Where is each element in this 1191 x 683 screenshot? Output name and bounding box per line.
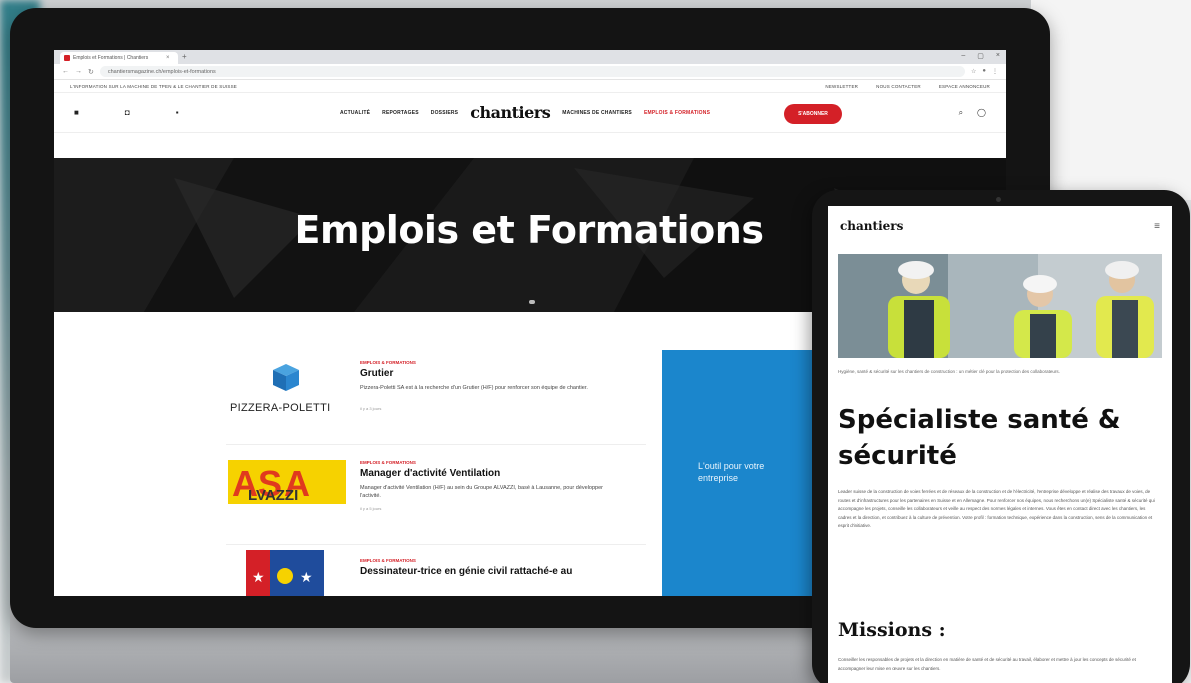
photo-caption: Hygiène, santé & sécurité sur les chanti… xyxy=(838,369,1060,374)
browser-menu-icon[interactable]: ⋮ xyxy=(992,68,998,75)
cube-logo-icon xyxy=(273,364,299,391)
divider xyxy=(226,544,646,545)
slider-indicator[interactable] xyxy=(529,300,535,304)
job-description: Pizzera-Poletti SA est à la recherche d'… xyxy=(360,385,588,391)
browser-tab[interactable]: Emplois et Formations | Chantiers × xyxy=(60,52,178,64)
nav-item-machines[interactable]: MACHINES DE CHANTIERS xyxy=(562,110,632,116)
company-logo: PIZZERA-POLETTI xyxy=(226,352,350,432)
site-header: ■ ◘ ▪ ACTUALITÉ REPORTAGES DOSSIERS chan… xyxy=(54,93,1006,133)
job-card[interactable]: ★ ★ EMPLOIS & FORMATIONS Dessinateur-tri… xyxy=(226,550,646,596)
site-logo[interactable]: chantiers xyxy=(470,103,550,122)
article-photo xyxy=(838,254,1162,358)
subscribe-button[interactable]: S'ABONNER xyxy=(784,104,842,124)
bookmark-star-icon[interactable]: ☆ xyxy=(971,68,976,75)
top-link-contact[interactable]: NOUS CONTACTER xyxy=(876,84,921,89)
asa-logo-icon: A S A LVAZZI xyxy=(228,460,346,504)
tablet-camera xyxy=(996,197,1001,202)
missions-heading: Missions : xyxy=(838,619,946,641)
minimize-icon[interactable]: – xyxy=(961,52,965,60)
facebook-icon[interactable]: ■ xyxy=(74,108,79,117)
background-right xyxy=(1031,0,1191,200)
blue-logo-icon: ★ ★ xyxy=(246,550,324,596)
address-bar: ← → ↻ chantiersmagazine.ch/emplois-et-fo… xyxy=(54,64,1006,80)
tab-title: Emplois et Formations | Chantiers xyxy=(73,55,149,61)
forward-icon[interactable]: → xyxy=(75,68,82,75)
company-logo: A S A LVAZZI xyxy=(226,452,350,532)
article-body: Leader suisse de la construction de voie… xyxy=(838,489,1155,528)
svg-text:★: ★ xyxy=(300,570,313,586)
missions-bullet: Conseiller les responsables de projets e… xyxy=(838,657,1136,671)
promo-banner[interactable]: L'outil pour votre entreprise xyxy=(662,350,812,596)
close-tab-icon[interactable]: × xyxy=(166,55,170,61)
url-input[interactable]: chantiersmagazine.ch/emplois-et-formatio… xyxy=(99,66,965,77)
job-card[interactable]: A S A LVAZZI EMPLOIS & FORMATIONS Manage… xyxy=(226,452,646,545)
divider xyxy=(226,444,646,445)
job-category: EMPLOIS & FORMATIONS xyxy=(360,360,416,365)
site-top-strip: L'INFORMATION SUR LA MACHINE DE TPEN & L… xyxy=(54,80,1006,93)
job-title[interactable]: Dessinateur-trice en génie civil rattach… xyxy=(360,566,620,577)
job-date: il y a 3 jours xyxy=(360,406,382,411)
job-date: il y a 5 jours xyxy=(360,506,382,511)
nav-item-reportages[interactable]: REPORTAGES xyxy=(382,110,419,116)
company-name: PIZZERA-POLETTI xyxy=(230,402,331,414)
linkedin-icon[interactable]: ▪ xyxy=(176,108,179,117)
top-link-newsletter[interactable]: NEWSLETTER xyxy=(825,84,858,89)
maximize-icon[interactable]: ▢ xyxy=(977,52,984,60)
svg-text:LVAZZI: LVAZZI xyxy=(248,487,298,504)
svg-text:★: ★ xyxy=(252,570,265,586)
favicon-icon xyxy=(64,55,70,61)
profile-icon[interactable]: ● xyxy=(982,68,986,75)
window-controls: – ▢ × xyxy=(961,52,1000,60)
nav-item-emplois[interactable]: EMPLOIS & FORMATIONS xyxy=(644,110,710,116)
tablet-screen: chantiers ≡ Hygiène, santé & sécurité su… xyxy=(828,206,1172,683)
promo-text: L'outil pour votre entreprise xyxy=(698,461,765,483)
job-title[interactable]: Grutier xyxy=(360,368,620,379)
tablet-logo[interactable]: chantiers xyxy=(840,219,903,233)
job-category: EMPLOIS & FORMATIONS xyxy=(360,558,416,563)
close-window-icon[interactable]: × xyxy=(996,52,1000,60)
job-description: Manager d'activité Ventilation (H/F) au … xyxy=(360,485,603,499)
main-nav: ACTUALITÉ REPORTAGES DOSSIERS chantiers … xyxy=(340,103,710,122)
nav-item-dossiers[interactable]: DOSSIERS xyxy=(431,110,458,116)
social-links: ■ ◘ ▪ xyxy=(74,108,179,117)
job-category: EMPLOIS & FORMATIONS xyxy=(360,460,416,465)
tablet-header: chantiers ≡ xyxy=(828,206,1172,246)
reload-icon[interactable]: ↻ xyxy=(88,68,94,76)
company-logo: ★ ★ xyxy=(226,550,350,596)
job-card[interactable]: PIZZERA-POLETTI EMPLOIS & FORMATIONS Gru… xyxy=(226,352,646,445)
account-icon[interactable]: ◯ xyxy=(977,108,986,118)
browser-tabbar: Emplois et Formations | Chantiers × + – … xyxy=(54,50,1006,64)
search-icon[interactable]: ⌕ xyxy=(959,108,963,118)
hamburger-menu-icon[interactable]: ≡ xyxy=(1154,221,1160,232)
back-icon[interactable]: ← xyxy=(62,68,69,75)
article-title: Spécialiste santé & sécurité xyxy=(838,405,1121,471)
new-tab-icon[interactable]: + xyxy=(182,52,187,62)
instagram-icon[interactable]: ◘ xyxy=(125,108,130,117)
nav-item-actualite[interactable]: ACTUALITÉ xyxy=(340,110,370,116)
top-strip-tagline: L'INFORMATION SUR LA MACHINE DE TPEN & L… xyxy=(70,83,237,89)
job-title[interactable]: Manager d'activité Ventilation xyxy=(360,468,620,479)
top-link-advertiser[interactable]: ESPACE ANNONCEUR xyxy=(939,84,990,89)
